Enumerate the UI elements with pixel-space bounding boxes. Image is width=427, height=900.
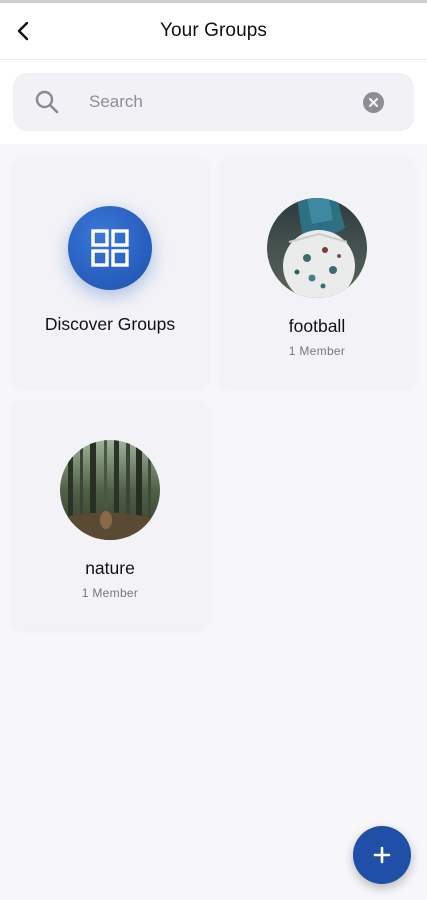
group-member-count: 1 Member bbox=[81, 586, 139, 600]
discover-groups-label: Discover Groups bbox=[44, 314, 176, 334]
grid-icon bbox=[91, 229, 129, 267]
search-input[interactable] bbox=[87, 86, 341, 118]
discover-groups-card[interactable]: Discover Groups bbox=[12, 158, 208, 386]
group-name: football bbox=[288, 316, 346, 336]
discover-groups-avatar bbox=[68, 206, 152, 290]
group-card-football[interactable]: football 1 Member bbox=[219, 158, 415, 386]
group-avatar-football bbox=[267, 198, 367, 298]
page-title: Your Groups bbox=[159, 20, 268, 41]
create-group-button[interactable] bbox=[353, 826, 411, 884]
search-section bbox=[0, 60, 427, 144]
clear-circle-icon[interactable] bbox=[363, 92, 384, 113]
groups-grid: Discover Groups football 1 Member nature… bbox=[0, 144, 427, 628]
group-member-count: 1 Member bbox=[288, 344, 346, 358]
search-bar[interactable] bbox=[13, 73, 414, 131]
app-screen: Your Groups Search Discover Groups footb… bbox=[0, 0, 427, 900]
search-icon bbox=[33, 88, 61, 116]
group-name: nature bbox=[85, 558, 135, 578]
plus-icon bbox=[373, 846, 391, 864]
app-header: Your Groups bbox=[0, 3, 427, 60]
group-card-nature[interactable]: nature 1 Member bbox=[12, 400, 208, 628]
group-avatar-nature bbox=[60, 440, 160, 540]
back-button[interactable] bbox=[10, 17, 38, 45]
chevron-left-icon bbox=[17, 21, 29, 41]
